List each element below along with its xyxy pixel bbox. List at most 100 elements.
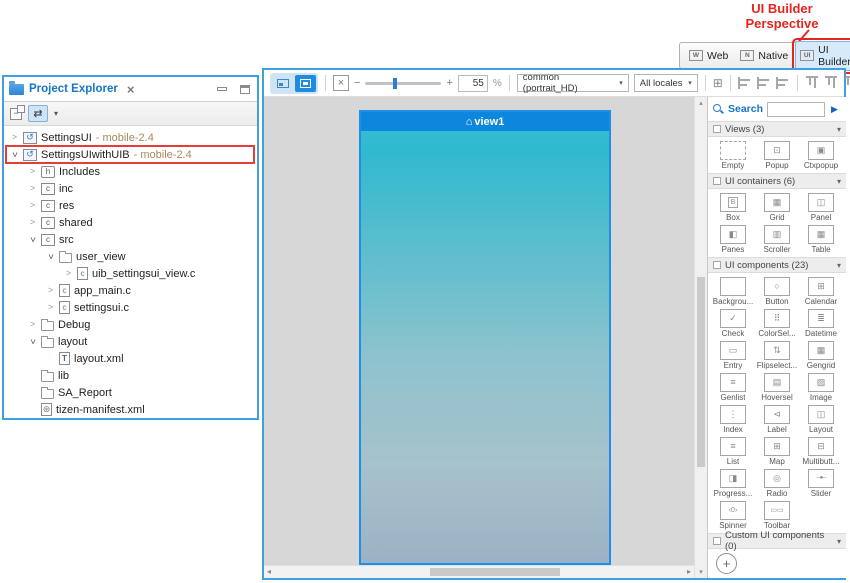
- tree-item[interactable]: tizen-manifest.xml: [4, 401, 257, 418]
- search-run-button[interactable]: ▶: [831, 104, 838, 115]
- palette-item[interactable]: ColorSel...: [755, 307, 799, 339]
- close-icon[interactable]: ×: [127, 83, 135, 96]
- zoom-out-button[interactable]: −: [354, 77, 360, 89]
- tree-item[interactable]: uib_settingsui_view.c: [4, 265, 257, 282]
- tree-item[interactable]: Includes: [4, 163, 257, 180]
- add-component-button[interactable]: +: [716, 553, 737, 574]
- section-collapse-icon[interactable]: ▾: [837, 177, 841, 186]
- perspective-button[interactable]: N Native: [735, 47, 793, 65]
- resolution-dropdown[interactable]: common (portrait_HD) ▾: [517, 74, 629, 92]
- palette-item[interactable]: Index: [711, 403, 755, 435]
- palette-item[interactable]: Calendar: [799, 275, 843, 307]
- tree-item[interactable]: lib: [4, 367, 257, 384]
- tree-expand-arrow[interactable]: [64, 269, 73, 278]
- palette-item[interactable]: Scroller: [755, 223, 799, 255]
- tree-expand-arrow[interactable]: [46, 252, 55, 261]
- keypad-button[interactable]: ⊞: [713, 77, 723, 89]
- palette-item[interactable]: Genlist: [711, 371, 755, 403]
- palette-item[interactable]: Button: [755, 275, 799, 307]
- tree-item[interactable]: Debug: [4, 316, 257, 333]
- locales-dropdown[interactable]: All locales ▾: [634, 74, 698, 92]
- tree-expand-arrow[interactable]: [28, 201, 37, 210]
- scroll-down-button[interactable]: ▾: [695, 568, 707, 576]
- tree-expand-arrow[interactable]: [46, 286, 55, 295]
- palette-item[interactable]: Radio: [755, 467, 799, 499]
- palette-item[interactable]: Datetime: [799, 307, 843, 339]
- link-editor-button[interactable]: ⇄: [28, 105, 48, 122]
- minimize-icon[interactable]: [217, 87, 227, 91]
- section-collapse-icon[interactable]: ▾: [837, 261, 841, 270]
- tree-item[interactable]: app_main.c: [4, 282, 257, 299]
- search-input[interactable]: [767, 102, 825, 117]
- palette-item[interactable]: Spinner: [711, 499, 755, 531]
- palette-item[interactable]: Slider: [799, 467, 843, 499]
- align-center-button[interactable]: [757, 77, 771, 89]
- palette-item[interactable]: Multibutt...: [799, 435, 843, 467]
- tree-item[interactable]: src: [4, 231, 257, 248]
- zoom-slider-thumb[interactable]: [393, 78, 397, 89]
- align-middle-button[interactable]: [825, 76, 837, 90]
- tree-item[interactable]: user_view: [4, 248, 257, 265]
- tree-item[interactable]: settingsui.c: [4, 299, 257, 316]
- horizontal-scrollbar[interactable]: ◂ ▸: [264, 565, 694, 578]
- view-header[interactable]: ⌂ view1: [361, 112, 609, 131]
- phone-frame[interactable]: ⌂ view1: [359, 110, 611, 565]
- focus-mode-button[interactable]: [295, 75, 316, 92]
- zoom-slider[interactable]: [365, 82, 441, 85]
- vertical-scroll-thumb[interactable]: [697, 277, 705, 467]
- perspective-button[interactable]: W Web: [684, 47, 733, 65]
- tree-item[interactable]: layout.xml: [4, 350, 257, 367]
- tree-expand-arrow[interactable]: [28, 184, 37, 193]
- palette-item[interactable]: Panes: [711, 223, 755, 255]
- view-menu-button[interactable]: ▾: [54, 109, 58, 118]
- palette-item[interactable]: Table: [799, 223, 843, 255]
- section-header[interactable]: UI containers (6) ▾: [708, 173, 846, 189]
- tree-item[interactable]: SettingsUIwithUIB - mobile-2.4: [4, 146, 257, 163]
- section-header[interactable]: Views (3) ▾: [708, 121, 846, 137]
- palette-item[interactable]: List: [711, 435, 755, 467]
- tree-item[interactable]: res: [4, 197, 257, 214]
- scroll-left-button[interactable]: ◂: [267, 567, 271, 576]
- fit-to-window-button[interactable]: ×: [333, 75, 349, 91]
- palette-item[interactable]: Entry: [711, 339, 755, 371]
- tree-expand-arrow[interactable]: [46, 303, 55, 312]
- palette-item[interactable]: Panel: [799, 191, 843, 223]
- zoom-value-input[interactable]: 55: [458, 75, 488, 92]
- align-right-button[interactable]: [776, 77, 790, 89]
- tree-item[interactable]: inc: [4, 180, 257, 197]
- tree-expand-arrow[interactable]: [28, 320, 37, 329]
- align-top-button[interactable]: [806, 76, 818, 90]
- scroll-right-button[interactable]: ▸: [687, 567, 691, 576]
- palette-item[interactable]: Flipselect...: [755, 339, 799, 371]
- palette-item[interactable]: Image: [799, 371, 843, 403]
- collapse-all-button[interactable]: −: [10, 108, 22, 120]
- scroll-up-button[interactable]: ▴: [695, 99, 707, 107]
- palette-item[interactable]: Popup: [755, 139, 799, 171]
- horizontal-scroll-thumb[interactable]: [430, 568, 560, 576]
- align-bottom-button[interactable]: [844, 76, 850, 90]
- tree-expand-arrow[interactable]: [28, 337, 37, 346]
- palette-item[interactable]: Label: [755, 403, 799, 435]
- tree-expand-arrow[interactable]: [28, 235, 37, 244]
- tree-expand-arrow[interactable]: [28, 167, 37, 176]
- palette-item[interactable]: Empty: [711, 139, 755, 171]
- palette-item[interactable]: Box: [711, 191, 755, 223]
- vertical-scrollbar[interactable]: ▴ ▾: [694, 97, 707, 578]
- tree-item[interactable]: SettingsUI - mobile-2.4: [4, 129, 257, 146]
- tree-expand-arrow[interactable]: [28, 218, 37, 227]
- normal-mode-button[interactable]: [272, 75, 293, 92]
- tree-item[interactable]: shared: [4, 214, 257, 231]
- section-collapse-icon[interactable]: ▾: [837, 537, 841, 546]
- section-header[interactable]: UI components (23) ▾: [708, 257, 846, 273]
- design-canvas[interactable]: ⌂ view1: [264, 97, 694, 569]
- tree-item[interactable]: SA_Report: [4, 384, 257, 401]
- palette-item[interactable]: Gengrid: [799, 339, 843, 371]
- maximize-icon[interactable]: [240, 85, 250, 94]
- palette-item[interactable]: Map: [755, 435, 799, 467]
- section-header[interactable]: Custom UI components (0) ▾: [708, 533, 846, 549]
- tree-item[interactable]: layout: [4, 333, 257, 350]
- zoom-in-button[interactable]: +: [446, 77, 452, 89]
- section-collapse-icon[interactable]: ▾: [837, 125, 841, 134]
- tree-expand-arrow[interactable]: [10, 150, 19, 159]
- perspective-button[interactable]: UI UI Builder: [795, 41, 850, 71]
